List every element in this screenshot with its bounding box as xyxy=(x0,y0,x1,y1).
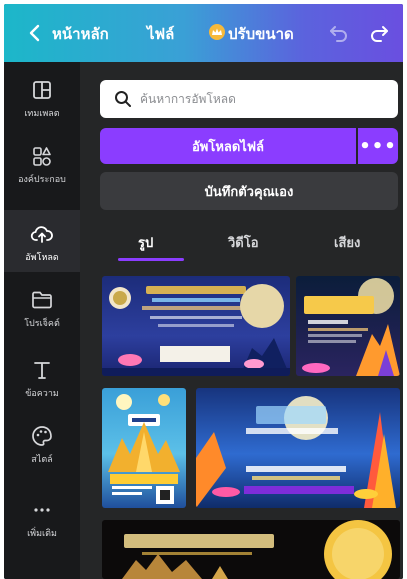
left-sidebar: เทมเพลต องค์ประกอบ อัพโหลด โปรเจ็คต์ ข้อ… xyxy=(4,62,80,579)
sidebar-item-uploads[interactable]: อัพโหลด xyxy=(4,210,80,272)
more-dots-icon: ••• xyxy=(359,135,397,157)
template-icon xyxy=(30,78,54,102)
poster-artwork xyxy=(102,284,290,376)
sidebar-item-label: ข้อความ xyxy=(25,389,59,399)
uploads-panel: อัพโหลดไฟล์ ••• บันทึกตัวคุณเอง รูป วิดี… xyxy=(80,62,403,579)
upload-thumbnail[interactable] xyxy=(102,388,186,508)
sidebar-item-label: สไตล์ xyxy=(31,455,53,465)
upload-options-button[interactable]: ••• xyxy=(358,128,398,164)
search-icon xyxy=(114,90,132,108)
sidebar-item-more[interactable]: เพิ่มเติม xyxy=(4,486,80,548)
poster-artwork xyxy=(196,396,396,508)
poster-artwork xyxy=(302,278,400,376)
upload-thumbnail[interactable] xyxy=(102,520,400,579)
search-box[interactable] xyxy=(100,80,398,118)
sidebar-item-label: เทมเพลต xyxy=(24,109,60,119)
active-tab-indicator xyxy=(118,258,184,261)
record-yourself-button[interactable]: บันทึกตัวคุณเอง xyxy=(100,172,398,210)
tab-videos[interactable]: วิดีโอ xyxy=(228,232,259,253)
more-icon xyxy=(30,498,54,522)
file-menu[interactable]: ไฟล์ xyxy=(147,22,174,46)
sidebar-item-label: องค์ประกอบ xyxy=(18,175,66,185)
elements-icon xyxy=(30,144,54,168)
sidebar-item-label: โปรเจ็คต์ xyxy=(24,319,60,329)
sidebar-item-templates[interactable]: เทมเพลต xyxy=(4,66,80,128)
upload-thumbnail[interactable] xyxy=(196,388,400,508)
sidebar-item-label: อัพโหลด xyxy=(25,253,59,263)
resize-button[interactable]: ปรับขนาด xyxy=(228,22,294,46)
text-icon xyxy=(30,358,54,382)
folder-icon xyxy=(30,288,54,312)
editor-app: หน้าหลัก ไฟล์ ปรับขนาด เทมเพลต องค์ประกอ… xyxy=(4,4,403,579)
top-bar: หน้าหลัก ไฟล์ ปรับขนาด xyxy=(4,4,403,62)
sidebar-item-projects[interactable]: โปรเจ็คต์ xyxy=(4,276,80,338)
back-chevron-icon[interactable] xyxy=(22,20,46,46)
upload-thumbnail[interactable] xyxy=(296,276,400,376)
upload-thumbnail[interactable] xyxy=(102,276,290,376)
sidebar-item-styles[interactable]: สไตล์ xyxy=(4,412,80,474)
sidebar-item-elements[interactable]: องค์ประกอบ xyxy=(4,132,80,194)
palette-icon xyxy=(30,424,54,448)
media-tabs: รูป วิดีโอ เสียง xyxy=(100,222,398,262)
sidebar-item-text[interactable]: ข้อความ xyxy=(4,346,80,408)
search-input[interactable] xyxy=(140,92,380,106)
home-link[interactable]: หน้าหลัก xyxy=(52,22,109,46)
tab-images[interactable]: รูป xyxy=(138,232,153,253)
undo-icon[interactable] xyxy=(328,22,350,44)
redo-icon[interactable] xyxy=(368,22,390,44)
crown-icon xyxy=(209,24,225,40)
upload-icon xyxy=(30,222,54,246)
tab-audio[interactable]: เสียง xyxy=(334,232,360,253)
poster-artwork xyxy=(122,520,392,579)
upload-files-button[interactable]: อัพโหลดไฟล์ xyxy=(100,128,356,164)
poster-artwork xyxy=(108,394,180,504)
sidebar-item-label: เพิ่มเติม xyxy=(27,529,57,539)
